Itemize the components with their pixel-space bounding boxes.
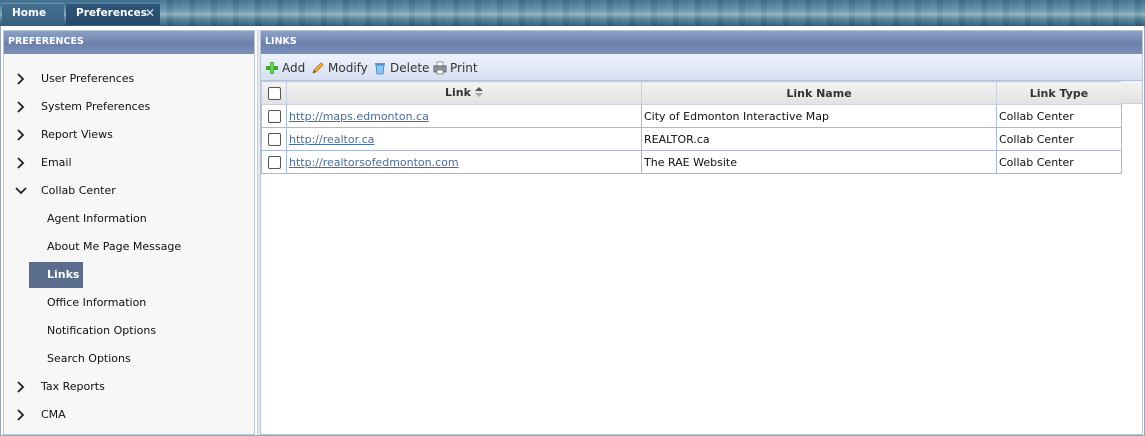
preferences-sidebar: PREFERENCES User Preferences System Pref…	[3, 30, 255, 435]
link-type-cell: Collab Center	[996, 127, 1122, 151]
link-url[interactable]: http://maps.edmonton.ca	[289, 110, 429, 123]
sidebar-subitem-notification-options[interactable]: Notification Options	[47, 320, 156, 342]
tab-preferences-label: Preferences	[76, 7, 148, 19]
link-cell: http://realtor.ca	[286, 127, 642, 151]
sidebar-item-label: User Preferences	[41, 72, 135, 85]
select-all-header	[261, 81, 287, 105]
sidebar-item-label: Tax Reports	[41, 380, 105, 393]
sidebar-item-label: Email	[41, 156, 72, 169]
sidebar-item-label: System Preferences	[41, 100, 151, 113]
table-header-filler	[1121, 81, 1142, 104]
chevron-down-icon	[15, 180, 29, 202]
link-url[interactable]: http://realtor.ca	[289, 133, 374, 146]
printer-icon	[433, 61, 447, 75]
trash-icon	[373, 61, 387, 75]
links-table: Link Link Name Link Type http://maps.edm…	[261, 81, 1122, 174]
tab-home[interactable]: Home	[2, 3, 64, 25]
link-type-cell: Collab Center	[996, 104, 1122, 128]
print-button-label: Print	[450, 61, 478, 75]
row-checkbox[interactable]	[267, 155, 281, 169]
row-checkbox[interactable]	[267, 109, 281, 123]
table-header-row: Link Link Name Link Type	[261, 81, 1122, 105]
column-header-link-name[interactable]: Link Name	[641, 81, 997, 105]
table-row[interactable]: http://realtor.ca REALTOR.ca Collab Cent…	[261, 127, 1122, 151]
delete-button-label: Delete	[390, 61, 430, 75]
table-row[interactable]: http://realtorsofedmonton.com The RAE We…	[261, 150, 1122, 174]
sidebar-item-label: Collab Center	[41, 184, 116, 197]
chevron-right-icon	[15, 152, 29, 174]
top-tab-bar: Home Preferences ✕	[0, 0, 1145, 26]
link-type-cell: Collab Center	[996, 150, 1122, 174]
sidebar-subitem-office-information[interactable]: Office Information	[47, 292, 146, 314]
sidebar-item-label: Report Views	[41, 128, 113, 141]
row-select-cell	[261, 150, 287, 174]
panel-title: LINKS	[261, 31, 1142, 54]
close-icon[interactable]: ✕	[145, 4, 155, 22]
sidebar-subitem-links[interactable]: Links	[29, 262, 83, 288]
link-cell: http://maps.edmonton.ca	[286, 104, 642, 128]
row-select-cell	[261, 104, 287, 128]
sidebar-subitem-agent-information[interactable]: Agent Information	[47, 208, 147, 230]
table-row[interactable]: http://maps.edmonton.ca City of Edmonton…	[261, 104, 1122, 128]
chevron-right-icon	[15, 124, 29, 146]
link-name-cell: The RAE Website	[641, 150, 997, 174]
sidebar-title: PREFERENCES	[4, 31, 254, 54]
column-header-link[interactable]: Link	[286, 81, 642, 105]
pencil-icon	[311, 61, 325, 75]
plus-icon	[265, 61, 279, 75]
link-url[interactable]: http://realtorsofedmonton.com	[289, 156, 459, 169]
sidebar-item-label: CMA	[41, 408, 66, 421]
chevron-right-icon	[15, 404, 29, 426]
link-cell: http://realtorsofedmonton.com	[286, 150, 642, 174]
select-all-checkbox[interactable]	[267, 86, 281, 100]
links-panel: LINKS Add Modify Delete Print Link Link …	[260, 30, 1143, 435]
link-name-cell: REALTOR.ca	[641, 127, 997, 151]
row-checkbox[interactable]	[267, 132, 281, 146]
tab-preferences[interactable]: Preferences ✕	[66, 3, 160, 25]
links-toolbar: Add Modify Delete Print	[261, 54, 1142, 81]
column-header-link-type[interactable]: Link Type	[996, 81, 1122, 105]
sidebar-subitem-about-me-page-message[interactable]: About Me Page Message	[47, 236, 181, 258]
chevron-right-icon	[15, 68, 29, 90]
column-header-label: Link	[445, 86, 471, 100]
chevron-right-icon	[15, 376, 29, 398]
row-select-cell	[261, 127, 287, 151]
chevron-right-icon	[15, 96, 29, 118]
sort-icon	[474, 86, 483, 100]
link-name-cell: City of Edmonton Interactive Map	[641, 104, 997, 128]
modify-button-label: Modify	[328, 61, 368, 75]
add-button-label: Add	[282, 61, 306, 75]
sidebar-subitem-search-options[interactable]: Search Options	[47, 348, 131, 370]
